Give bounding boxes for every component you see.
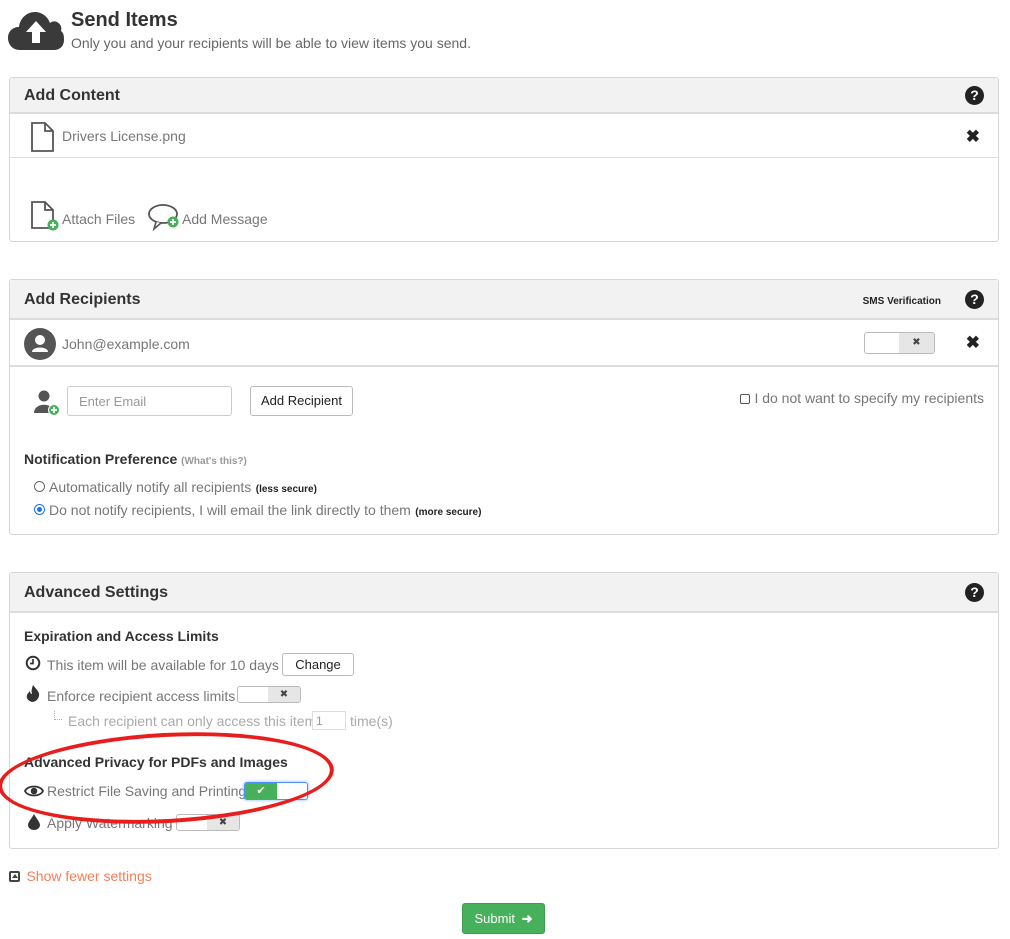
user-icon [32,335,48,352]
no-recipients-option[interactable]: I do not want to specify my recipients [740,390,984,408]
notify-option-manual[interactable]: Do not notify recipients, I will email t… [34,502,481,520]
expiration-title: Expiration and Access Limits [24,628,219,644]
advanced-settings-title: Advanced Settings [24,584,169,601]
avatar [24,328,56,360]
add-message-button[interactable]: Add Message [148,201,273,231]
notification-preference-title: Notification Preference (What's this?) [24,451,247,467]
question-circle-icon[interactable]: ? [965,86,984,105]
collapse-icon [9,871,20,882]
question-circle-icon[interactable]: ? [965,290,984,309]
notify-option-auto[interactable]: Automatically notify all recipients (les… [34,479,317,497]
notify-auto-label: Automatically notify all recipients [49,479,252,495]
restrict-saving-label: Restrict File Saving and Printing [47,783,247,799]
file-row: Drivers License.png ✖ [10,114,998,158]
cloud-upload-icon [8,12,64,50]
sms-verification-label: SMS Verification [862,296,941,307]
arrow-right-icon: ➜ [521,911,533,926]
per-recipient-prefix: Each recipient can only access this item [68,713,317,729]
watermarking-label: Apply Watermarking [47,815,173,831]
page-title: Send Items [71,9,178,31]
show-fewer-label: Show fewer settings [26,868,152,884]
page-subtitle: Only you and your recipients will be abl… [71,35,471,51]
privacy-title: Advanced Privacy for PDFs and Images [24,754,288,770]
toggle-off-close-icon: ✖ [207,815,239,830]
fire-icon [26,685,40,702]
add-message-label: Add Message [182,211,268,227]
check-icon: ✔ [245,783,277,799]
file-add-icon [31,201,59,231]
add-recipients-panel: Add Recipients SMS Verification ? John@e… [9,279,999,535]
notify-manual-radio[interactable] [34,504,45,515]
attach-files-button[interactable]: Attach Files [30,201,140,231]
sms-verification-toggle[interactable]: ✖ [864,332,935,354]
notify-manual-label: Do not notify recipients, I will email t… [49,502,411,518]
access-count-input[interactable] [312,711,346,730]
water-drop-icon [28,814,40,830]
add-content-header: Add Content ? [10,78,998,114]
comment-add-icon [148,204,179,231]
recipient-email: John@example.com [62,336,190,352]
toggle-off-close-icon: ✖ [899,333,934,353]
submit-label: Submit [474,911,515,926]
email-input[interactable] [67,386,232,416]
add-recipients-header: Add Recipients SMS Verification ? [10,280,998,320]
add-content-panel: Add Content ? Drivers License.png ✖ Atta… [9,77,999,242]
recipient-row: John@example.com ✖ ✖ [10,320,998,367]
no-recipients-checkbox[interactable] [740,394,751,404]
add-recipient-button[interactable]: Add Recipient [250,386,353,416]
notify-auto-note: (less secure) [255,484,317,495]
access-limits-label: Enforce recipient access limits [47,688,236,704]
no-recipients-label: I do not want to specify my recipients [754,390,984,406]
add-user-icon [34,390,60,416]
clock-icon [25,655,41,671]
change-expiration-button[interactable]: Change [282,653,354,676]
page-header: Send Items Only you and your recipients … [8,6,708,56]
file-name: Drivers License.png [62,128,186,144]
remove-file-close-icon[interactable]: ✖ [966,128,980,145]
whats-this-link[interactable]: (What's this?) [181,456,247,467]
notification-title-text: Notification Preference [24,451,178,467]
add-recipients-title: Add Recipients [24,291,141,308]
question-circle-icon[interactable]: ? [965,583,984,602]
access-limits-toggle[interactable]: ✖ [237,686,301,703]
add-content-title: Add Content [24,87,120,104]
show-fewer-settings-link[interactable]: Show fewer settings [9,868,152,886]
notify-auto-radio[interactable] [34,481,45,492]
tree-connector [54,711,62,720]
eye-icon [24,785,44,797]
file-icon [31,122,54,152]
per-recipient-suffix: time(s) [350,713,393,729]
notify-manual-note: (more secure) [415,507,482,518]
watermarking-toggle[interactable]: ✖ [176,814,240,831]
remove-recipient-close-icon[interactable]: ✖ [966,334,980,351]
toggle-off-close-icon: ✖ [268,687,300,702]
attach-files-label: Attach Files [62,211,136,227]
availability-text: This item will be available for 10 days [47,657,279,673]
advanced-settings-header: Advanced Settings ? [10,573,998,613]
advanced-settings-panel: Advanced Settings ? Expiration and Acces… [9,572,999,849]
submit-button[interactable]: Submit ➜ [462,903,545,934]
restrict-saving-toggle[interactable]: ✔ [244,782,308,800]
